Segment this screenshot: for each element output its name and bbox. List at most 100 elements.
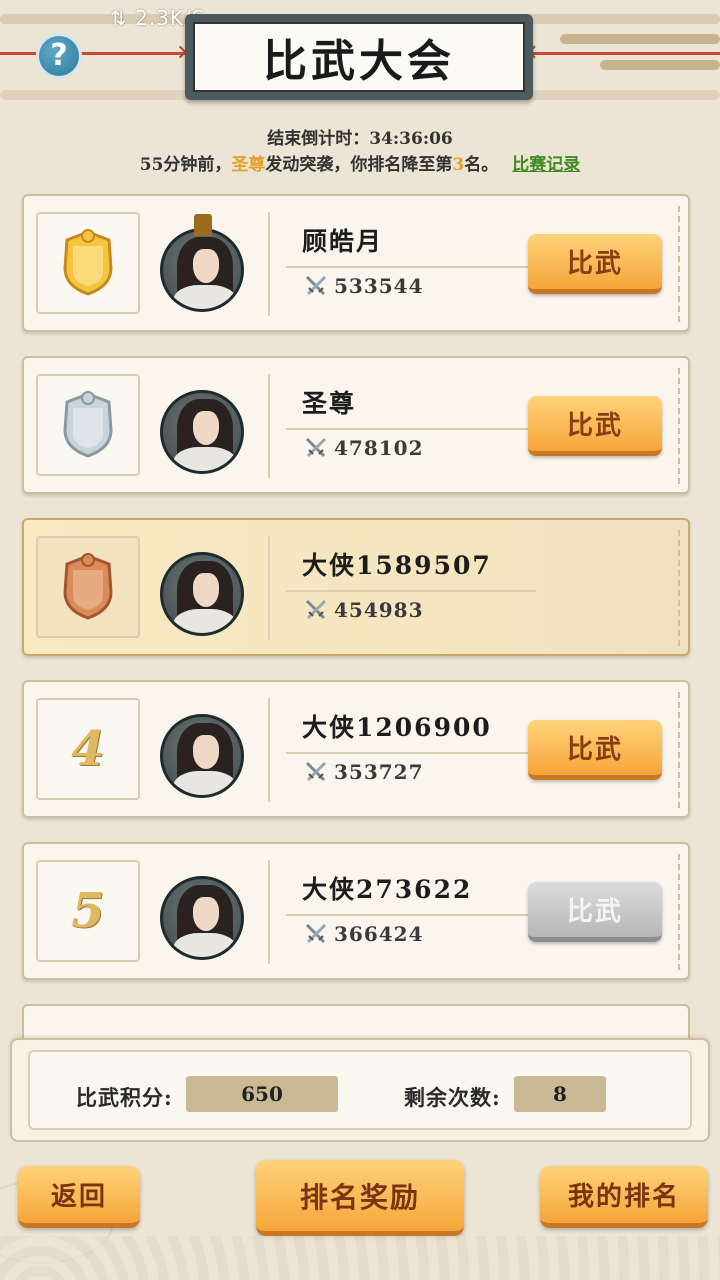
crossed-swords-icon [305, 599, 327, 620]
power-value: 454983 [334, 598, 424, 622]
back-button[interactable]: 返回 [18, 1166, 140, 1228]
player-info: 大侠1589507 454983 [268, 536, 540, 640]
avatar-robe [173, 933, 237, 957]
avatar[interactable] [160, 376, 244, 476]
notice-attacker: 圣尊 [231, 155, 266, 175]
stats-inner: 比武积分: 650 剩余次数: 8 [28, 1050, 692, 1130]
rank-number: 4 [71, 721, 105, 777]
card-torn-edge [678, 206, 690, 322]
notice-rank: 3 [452, 155, 465, 175]
player-name: 大侠1589507 [302, 551, 492, 580]
avatar-robe [173, 447, 237, 471]
avatar-portrait [160, 714, 244, 798]
avatar[interactable] [160, 214, 244, 314]
player-name: 大侠273622 [302, 875, 473, 904]
notice-suffix: 名。 [464, 155, 499, 175]
combat-power: 454983 [304, 598, 424, 622]
avatar-face [193, 897, 219, 931]
power-value: 366424 [334, 922, 424, 946]
card-torn-edge [678, 368, 690, 484]
avatar-portrait [160, 552, 244, 636]
avatar-robe [173, 609, 237, 633]
player-info: 圣尊 478102 [268, 374, 540, 478]
crossed-swords-icon [305, 923, 327, 944]
avatar-robe [173, 285, 237, 309]
power-value: 353727 [334, 760, 424, 784]
my-rank-button[interactable]: 我的排名 [540, 1166, 708, 1228]
avatar-face [193, 735, 219, 769]
card-torn-edge [678, 854, 690, 970]
card-torn-edge [678, 530, 690, 646]
rank-badge: 4 [36, 698, 140, 800]
avatar-robe [173, 771, 237, 795]
ranking-card: 顾皓月 533544 比武 [22, 194, 690, 332]
attack-notice: 55分钟前，圣尊发动突袭，你排名降至第3名。 比赛记录 [0, 150, 720, 175]
notice-middle: 发动突袭，你排名降至第 [265, 155, 453, 175]
banner-stripe [560, 34, 720, 44]
avatar[interactable] [160, 700, 244, 800]
card-torn-edge [678, 692, 690, 808]
avatar-face [193, 573, 219, 607]
silver-medal-icon [59, 390, 117, 460]
ranking-card: 5 大侠273622 366424 比武 [22, 842, 690, 980]
challenge-button[interactable]: 比武 [528, 234, 662, 294]
rank-badge [36, 374, 140, 476]
page-title: 比武大会 [193, 22, 525, 92]
notice-prefix: 55分钟前， [139, 155, 232, 175]
player-info: 大侠273622 366424 [268, 860, 540, 964]
footer-cloud-pattern [0, 1236, 720, 1280]
crossed-swords-icon [305, 275, 327, 296]
rank-badge: 5 [36, 860, 140, 962]
challenge-button[interactable]: 比武 [528, 720, 662, 780]
rank-badge [36, 212, 140, 314]
info-divider [286, 266, 536, 268]
crown-ornament [194, 214, 212, 236]
match-record-link[interactable]: 比赛记录 [512, 155, 580, 175]
avatar-portrait [160, 876, 244, 960]
help-button[interactable]: ? [36, 33, 82, 79]
info-divider [286, 752, 536, 754]
remaining-label: 剩余次数: [404, 1085, 501, 1110]
crossed-swords-icon [305, 761, 327, 782]
challenge-button[interactable]: 比武 [528, 882, 662, 942]
info-divider [286, 428, 536, 430]
combat-power: 353727 [304, 760, 424, 784]
ranking-card: 大侠1589507 454983 [22, 518, 690, 656]
avatar[interactable] [160, 862, 244, 962]
info-divider [286, 590, 536, 592]
avatar[interactable] [160, 538, 244, 638]
power-value: 478102 [334, 436, 424, 460]
player-name: 圣尊 [302, 389, 357, 418]
player-info: 大侠1206900 353727 [268, 698, 540, 802]
question-icon: ? [50, 38, 68, 73]
banner-stripe [600, 60, 720, 70]
player-name: 顾皓月 [302, 227, 384, 256]
crossed-swords-icon [305, 437, 327, 458]
points-label: 比武积分: [76, 1085, 173, 1110]
player-name: 大侠1206900 [302, 713, 492, 742]
red-rope [0, 52, 190, 55]
red-rope [530, 52, 720, 55]
combat-power: 478102 [304, 436, 424, 460]
points-value: 650 [186, 1076, 338, 1112]
rank-reward-button[interactable]: 排名奖励 [256, 1160, 464, 1236]
gold-medal-icon [59, 228, 117, 298]
combat-power: 533544 [304, 274, 424, 298]
stats-panel: 比武积分: 650 剩余次数: 8 [10, 1038, 710, 1142]
info-divider [286, 914, 536, 916]
avatar-face [193, 249, 219, 283]
avatar-face [193, 411, 219, 445]
rank-number: 5 [71, 883, 105, 939]
challenge-button[interactable]: 比武 [528, 396, 662, 456]
title-frame: 比武大会 [185, 14, 533, 100]
ranking-card: 4 大侠1206900 353727 比武 [22, 680, 690, 818]
ranking-card: 圣尊 478102 比武 [22, 356, 690, 494]
rank-badge [36, 536, 140, 638]
power-value: 533544 [334, 274, 424, 298]
avatar-portrait [160, 390, 244, 474]
avatar-portrait [160, 228, 244, 312]
player-info: 顾皓月 533544 [268, 212, 540, 316]
combat-power: 366424 [304, 922, 424, 946]
countdown-timer: 结束倒计时：34:36:06 [267, 129, 453, 149]
bronze-medal-icon [59, 552, 117, 622]
